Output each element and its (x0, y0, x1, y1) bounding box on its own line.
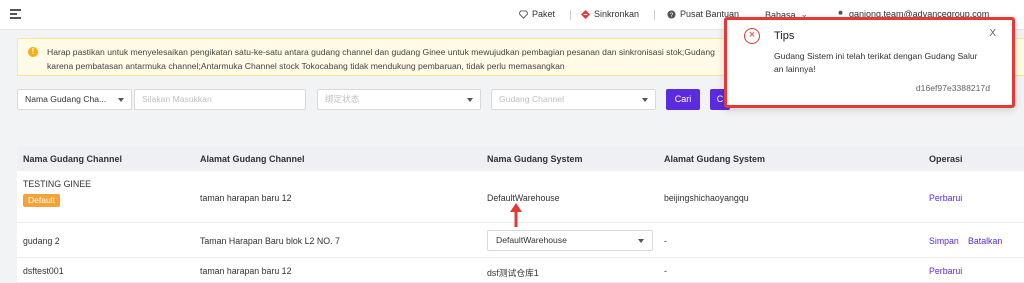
tips-error-code: d16ef97e3388217d (915, 83, 990, 93)
search-input[interactable]: Silakan Masukkan (134, 89, 306, 110)
diamond-icon (519, 9, 528, 19)
tips-title: Tips (774, 30, 795, 42)
search-input-placeholder: Silakan Masukkan (142, 94, 212, 104)
channel-address: taman harapan baru 12 (200, 193, 292, 203)
caret-down-icon (638, 239, 644, 243)
system-address: - (664, 236, 667, 246)
binding-status-select[interactable]: 绑定状态 (317, 89, 481, 110)
field-select-value: Nama Gudang Cha... (25, 94, 107, 104)
table-header: Nama Gudang Channel Alamat Gudang Channe… (17, 146, 1024, 171)
col-channel-name: Nama Gudang Channel (23, 154, 123, 164)
table-row: dsftest001 taman harapan baru 12 dsf测试仓库… (17, 258, 1024, 283)
warning-text: Harap pastikan untuk menyelesaikan pengi… (47, 45, 747, 73)
sync-icon (581, 9, 590, 19)
col-system-address: Alamat Gudang System (664, 154, 766, 164)
channel-address: Taman Harapan Baru blok L2 NO. 7 (200, 236, 340, 246)
svg-text:?: ? (670, 12, 674, 19)
system-address: - (664, 266, 667, 276)
perbarui-link[interactable]: Perbarui (929, 193, 962, 203)
menu-icon[interactable] (10, 9, 21, 19)
warning-line-1: Harap pastikan untuk menyelesaikan pengi… (47, 47, 715, 57)
tips-message-line-2: an lainnya! (774, 64, 816, 74)
binding-status-placeholder: 绑定状态 (325, 94, 360, 104)
field-select[interactable]: Nama Gudang Cha... (17, 89, 132, 110)
perbarui-link[interactable]: Perbarui (929, 266, 962, 276)
tips-message-line-1: Gudang Sistem ini telah terikat dengan G… (774, 51, 978, 61)
channel-warehouse-placeholder: Gudang Channel (499, 94, 564, 104)
batalkan-link[interactable]: Batalkan (968, 236, 1002, 246)
system-warehouse-select-value: DefaultWarehouse (496, 235, 567, 245)
channel-name: TESTING GINEE (23, 179, 91, 189)
caret-down-icon (642, 98, 648, 102)
search-button[interactable]: Cari (666, 89, 700, 110)
tips-popup: × Tips X Gudang Sistem ini telah terikat… (724, 17, 1015, 108)
col-channel-address: Alamat Gudang Channel (200, 154, 305, 164)
nav-paket[interactable]: Paket (519, 9, 555, 19)
system-name: DefaultWarehouse (487, 193, 560, 203)
warning-icon: ! (28, 47, 38, 57)
channel-name: dsftest001 (23, 266, 64, 276)
nav-paket-label: Paket (532, 9, 556, 19)
col-operasi: Operasi (929, 154, 963, 164)
system-name: dsf测试仓库1 (487, 268, 539, 278)
nav-sinkronkan[interactable]: Sinkronkan (581, 9, 639, 19)
tips-message: Gudang Sistem ini telah terikat dengan G… (774, 50, 994, 76)
channel-address: taman harapan baru 12 (200, 266, 292, 276)
nav-sinkronkan-label: Sinkronkan (594, 9, 640, 19)
table-row: gudang 2 Taman Harapan Baru blok L2 NO. … (17, 223, 1024, 258)
close-button[interactable]: X (989, 28, 996, 39)
warning-line-2: karena pembatasan antarmuka channel;Anta… (47, 61, 565, 71)
caret-down-icon (118, 98, 124, 102)
system-address: beijingshichaoyangqu (664, 193, 749, 203)
red-arrow-up-icon (510, 203, 522, 227)
error-circle-x-icon: × (744, 28, 760, 44)
simpan-link[interactable]: Simpan (929, 236, 959, 246)
default-badge: Default (23, 194, 60, 207)
col-system-name: Nama Gudang System (487, 154, 583, 164)
caret-down-icon (467, 98, 473, 102)
channel-warehouse-select[interactable]: Gudang Channel (491, 89, 656, 110)
channel-name: gudang 2 (23, 236, 60, 246)
help-icon: ? (667, 9, 676, 19)
system-warehouse-select[interactable]: DefaultWarehouse (487, 230, 653, 251)
